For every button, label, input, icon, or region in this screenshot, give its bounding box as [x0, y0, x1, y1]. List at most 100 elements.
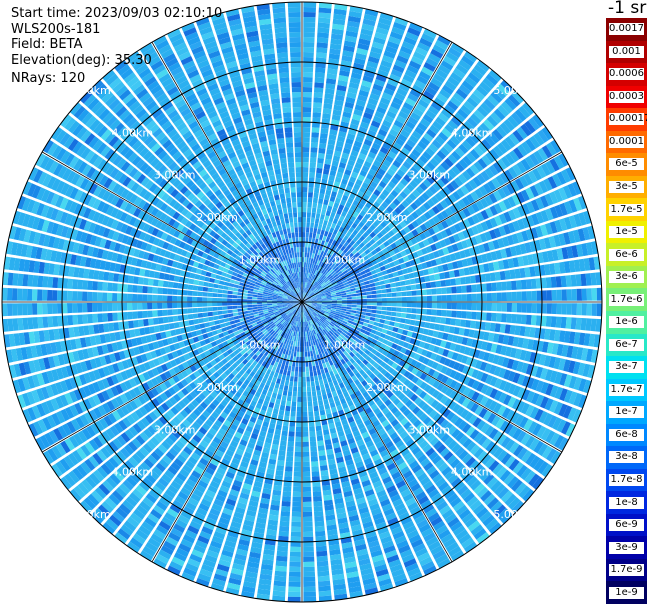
- range-bin: [302, 122, 311, 128]
- range-bin: [521, 291, 527, 301]
- range-bin: [284, 410, 290, 417]
- range-bin: [302, 152, 310, 158]
- range-bin: [307, 197, 313, 203]
- range-bin: [283, 486, 292, 492]
- range-bin: [297, 391, 302, 397]
- range-bin: [491, 282, 497, 292]
- range-bin: [317, 440, 324, 447]
- range-bin: [581, 288, 587, 301]
- range-bin: [310, 441, 317, 447]
- range-bin: [303, 2, 317, 8]
- range-bin: [298, 376, 302, 382]
- range-bin: [501, 281, 507, 291]
- range-bin: [302, 342, 305, 347]
- range-bin: [316, 430, 323, 437]
- range-bin: [305, 242, 308, 248]
- range-bin: [436, 309, 442, 316]
- range-bin: [581, 303, 587, 316]
- range-bin: [346, 302, 352, 305]
- range-bin: [471, 293, 477, 302]
- range-bin: [471, 311, 477, 320]
- range-bin: [302, 202, 307, 208]
- range-bin: [313, 501, 323, 507]
- range-bin: [318, 585, 331, 592]
- range-bin: [391, 307, 397, 312]
- range-bin: [289, 551, 301, 557]
- range-bin: [476, 293, 482, 302]
- range-bin: [536, 290, 542, 301]
- range-bin: [277, 545, 288, 552]
- range-bin: [317, 445, 325, 452]
- range-bin: [313, 97, 323, 103]
- range-bin: [526, 291, 532, 301]
- range-bin: [302, 381, 306, 387]
- range-bin: [276, 465, 284, 471]
- range-bin: [511, 291, 517, 301]
- range-bin: [501, 313, 507, 323]
- range-bin: [319, 409, 326, 416]
- range-bin: [516, 291, 522, 301]
- range-bin: [526, 303, 532, 313]
- range-bin: [310, 456, 318, 462]
- range-bin: [276, 550, 288, 557]
- range-bin: [293, 471, 302, 477]
- range-bin: [293, 476, 302, 482]
- range-bin: [486, 283, 492, 292]
- range-bin: [302, 461, 310, 467]
- range-bin: [400, 286, 407, 292]
- range-bin: [566, 303, 572, 315]
- range-bin: [386, 293, 392, 298]
- range-bin: [307, 396, 312, 402]
- range-bin: [302, 346, 305, 352]
- range-bin: [596, 303, 602, 317]
- range-bin: [303, 551, 315, 557]
- range-bin: [302, 371, 306, 377]
- range-bin: [311, 127, 320, 133]
- range-bin: [281, 501, 291, 507]
- range-bin: [386, 297, 392, 302]
- range-bin: [316, 555, 328, 562]
- range-bin: [302, 207, 307, 213]
- range-bin: [309, 167, 316, 173]
- range-bin: [308, 406, 313, 412]
- range-bin: [303, 62, 314, 68]
- range-bin: [302, 232, 306, 238]
- range-bin: [311, 207, 317, 213]
- range-bin: [337, 300, 342, 302]
- range-bin: [293, 466, 302, 472]
- range-bin: [302, 162, 309, 168]
- range-bin: [318, 590, 332, 597]
- range-bin: [298, 371, 302, 377]
- range-bin: [317, 152, 325, 159]
- range-bin: [279, 445, 287, 452]
- range-bin: [274, 575, 287, 582]
- range-bin: [317, 22, 330, 29]
- range-bin: [305, 361, 309, 367]
- range-bin: [291, 526, 301, 532]
- range-bin: [337, 302, 342, 304]
- range-bin: [476, 302, 482, 311]
- range-bin: [300, 337, 302, 342]
- range-bin: [351, 302, 357, 305]
- range-bin: [303, 526, 313, 532]
- range-bin: [288, 576, 301, 582]
- range-bin: [303, 506, 312, 512]
- range-bin: [282, 496, 291, 502]
- range-bin: [576, 288, 582, 301]
- range-bin: [356, 305, 362, 308]
- range-bin: [451, 294, 457, 302]
- range-bin: [470, 275, 476, 284]
- range-bin: [302, 182, 308, 188]
- range-bin: [309, 162, 316, 168]
- range-bin: [282, 425, 289, 432]
- range-bin: [291, 511, 301, 517]
- range-bin: [310, 157, 317, 163]
- range-bin: [303, 27, 316, 33]
- range-bin: [395, 286, 402, 292]
- range-bin: [319, 188, 326, 195]
- range-bin: [371, 294, 377, 298]
- range-bin: [318, 580, 331, 587]
- range-bin: [551, 289, 557, 301]
- range-bin: [277, 455, 286, 461]
- range-bin: [303, 591, 316, 597]
